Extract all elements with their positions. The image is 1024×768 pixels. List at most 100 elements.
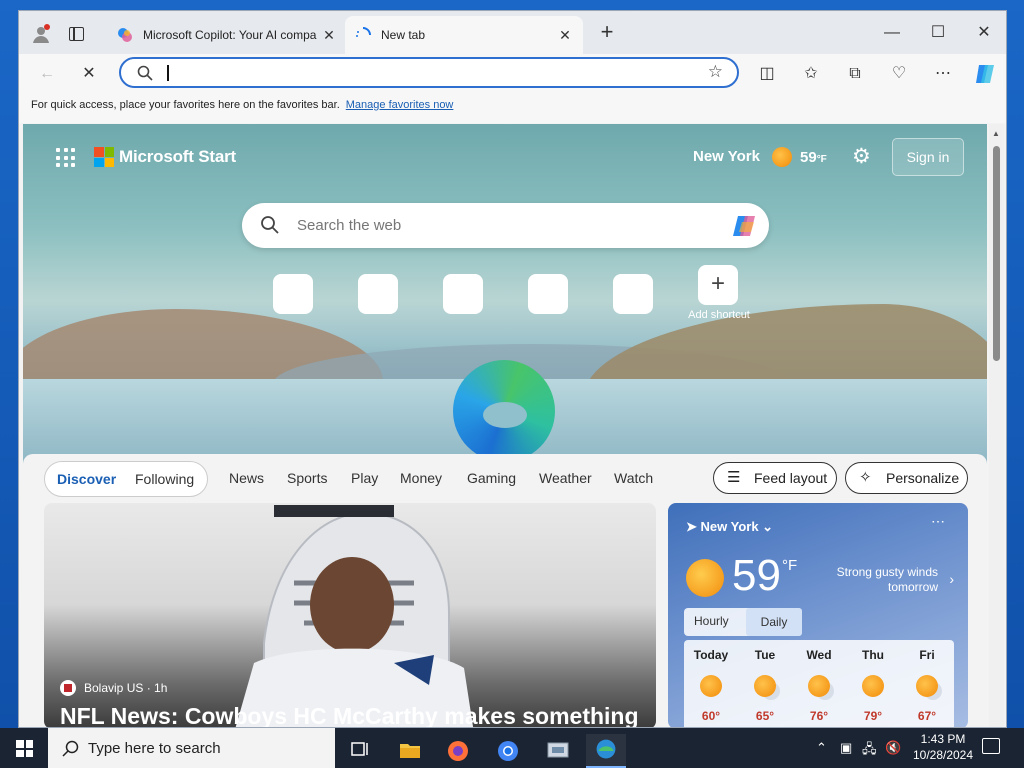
partly-cloudy-icon [916,675,938,697]
maximize-button[interactable]: ☐ [915,19,961,47]
file-explorer-icon[interactable] [390,734,430,768]
chrome-icon[interactable] [488,734,528,768]
text-cursor [167,65,169,81]
taskbar-search[interactable]: Type here to search [48,728,335,768]
feed-layout-button[interactable]: ☰ Feed layout [713,462,837,494]
new-tab-page: Microsoft Start New York 59°F ⚙ Sign in … [23,124,987,727]
news-headline[interactable]: NFL News: Cowboys HC McCarthy makes some… [60,703,639,727]
header-weather-temp[interactable]: 59°F [800,149,827,166]
tray-app-icon[interactable]: ▣ [840,740,852,756]
nav-sports[interactable]: Sports [287,470,327,486]
shortcut-tile[interactable] [613,274,653,314]
sliders-icon: ☰ [727,469,741,486]
tab-new-tab[interactable]: New tab ✕ [345,16,583,54]
favorites-icon[interactable]: ✩ [799,62,823,86]
copilot-icon[interactable] [973,62,997,86]
profile-icon[interactable] [31,24,51,44]
gear-icon[interactable]: ⚙ [852,146,874,168]
tab-discover[interactable]: Discover [57,471,116,487]
chevron-right-icon[interactable]: › [949,571,954,587]
edge-logo-icon [453,360,555,462]
nav-watch[interactable]: Watch [614,470,653,486]
scroll-up-icon[interactable]: ▲ [992,129,1000,138]
brand-name[interactable]: Microsoft Start [119,147,236,167]
notification-icon[interactable] [982,738,1000,754]
tab-title: New tab [381,28,426,42]
favorites-bar: For quick access, place your favorites h… [19,94,1006,123]
split-screen-icon[interactable]: ◫ [755,62,779,86]
add-shortcut-button[interactable]: + [698,265,738,305]
new-tab-button[interactable]: + [595,21,619,45]
partly-cloudy-icon [808,675,830,697]
sign-in-button[interactable]: Sign in [892,138,964,176]
nav-news[interactable]: News [229,470,264,486]
tab-strip: Microsoft Copilot: Your AI compa ✕ New t… [19,11,1006,54]
minimize-button[interactable]: — [869,19,915,47]
header-weather-location[interactable]: New York [693,148,760,165]
nav-play[interactable]: Play [351,470,378,486]
favorite-star-icon[interactable]: ☆ [708,62,723,82]
app-launcher-icon[interactable] [56,148,76,168]
sun-icon [700,675,722,697]
tab-following[interactable]: Following [135,471,194,487]
address-input[interactable] [171,63,691,83]
page-scrollbar[interactable]: ▲ [989,124,1004,727]
nav-money[interactable]: Money [400,470,442,486]
task-view-icon[interactable] [340,734,380,768]
back-button[interactable]: ← [35,62,59,86]
forecast-day[interactable]: Today 60° [686,640,736,723]
news-card[interactable]: Bolavip US · 1h NFL News: Cowboys HC McC… [44,503,656,727]
weather-description[interactable]: Strong gusty winds tomorrow [818,565,938,595]
tab-copilot[interactable]: Microsoft Copilot: Your AI compa ✕ [107,16,347,54]
tab-daily[interactable]: Daily [746,608,802,636]
browser-essentials-icon[interactable]: ♡ [887,62,911,86]
nav-weather[interactable]: Weather [539,470,592,486]
weather-location[interactable]: ➤ New York ⌄ [686,519,773,535]
close-tab-icon[interactable]: ✕ [321,27,337,44]
windows-start-icon[interactable] [16,740,33,757]
nav-gaming[interactable]: Gaming [467,470,516,486]
search-icon [62,740,79,757]
personalize-button[interactable]: ✧ Personalize [845,462,968,494]
forecast-days: Today 60° Tue 65° Wed 76° Thu 79° Fri 67° [684,640,954,727]
tab-title: Microsoft Copilot: Your AI compa [143,28,317,42]
firefox-icon[interactable] [438,734,478,768]
network-app-icon[interactable] [538,734,578,768]
scrollbar-thumb[interactable] [993,146,1000,361]
shortcut-tile[interactable] [443,274,483,314]
close-tab-icon[interactable]: ✕ [557,27,573,44]
network-icon[interactable]: 🖧 [862,740,877,762]
more-options-icon[interactable]: ⋯ [931,62,955,86]
edge-taskbar-icon[interactable] [586,734,626,768]
forecast-day[interactable]: Tue 65° [740,640,790,723]
clock[interactable]: 1:43 PM 10/28/2024 [905,731,981,763]
volume-muted-icon[interactable]: 🔇 [885,740,901,756]
forecast-day[interactable]: Thu 79° [848,640,898,723]
tab-actions-icon[interactable] [69,27,84,41]
forecast-day[interactable]: Fri 67° [902,640,952,723]
taskbar: Type here to search ⌃ ▣ 🖧 🔇 1:43 PM 10/28… [0,728,1024,768]
chevron-up-icon[interactable]: ⌃ [816,740,827,756]
feed-section: Discover Following News Sports Play Mone… [23,454,987,727]
sparkle-icon: ✧ [859,469,872,486]
collections-icon[interactable]: ⧉ [843,62,867,86]
manage-favorites-link[interactable]: Manage favorites now [346,99,454,111]
news-source: Bolavip US · 1h [60,680,167,696]
shortcut-tile[interactable] [358,274,398,314]
search-icon [137,65,153,81]
browser-toolbar: ← ✕ ☆ ◫ ✩ ⧉ ♡ ⋯ [19,54,1006,94]
weather-temp: 59 [732,551,781,600]
shortcut-tile[interactable] [273,274,313,314]
close-window-button[interactable]: ✕ [961,19,1006,47]
browser-window: Microsoft Copilot: Your AI compa ✕ New t… [18,10,1007,728]
address-bar[interactable]: ☆ [119,57,739,88]
tab-hourly[interactable]: Hourly [694,614,729,628]
weather-card[interactable]: ➤ New York ⌄ ⋯ 59 °F Strong gusty winds … [668,503,968,727]
copilot-icon[interactable] [731,212,759,240]
stop-loading-button[interactable]: ✕ [77,62,101,86]
web-search-box[interactable]: Search the web [242,203,769,248]
more-icon[interactable]: ⋯ [931,513,946,530]
hero-background [23,124,987,464]
forecast-day[interactable]: Wed 76° [794,640,844,723]
shortcut-tile[interactable] [528,274,568,314]
